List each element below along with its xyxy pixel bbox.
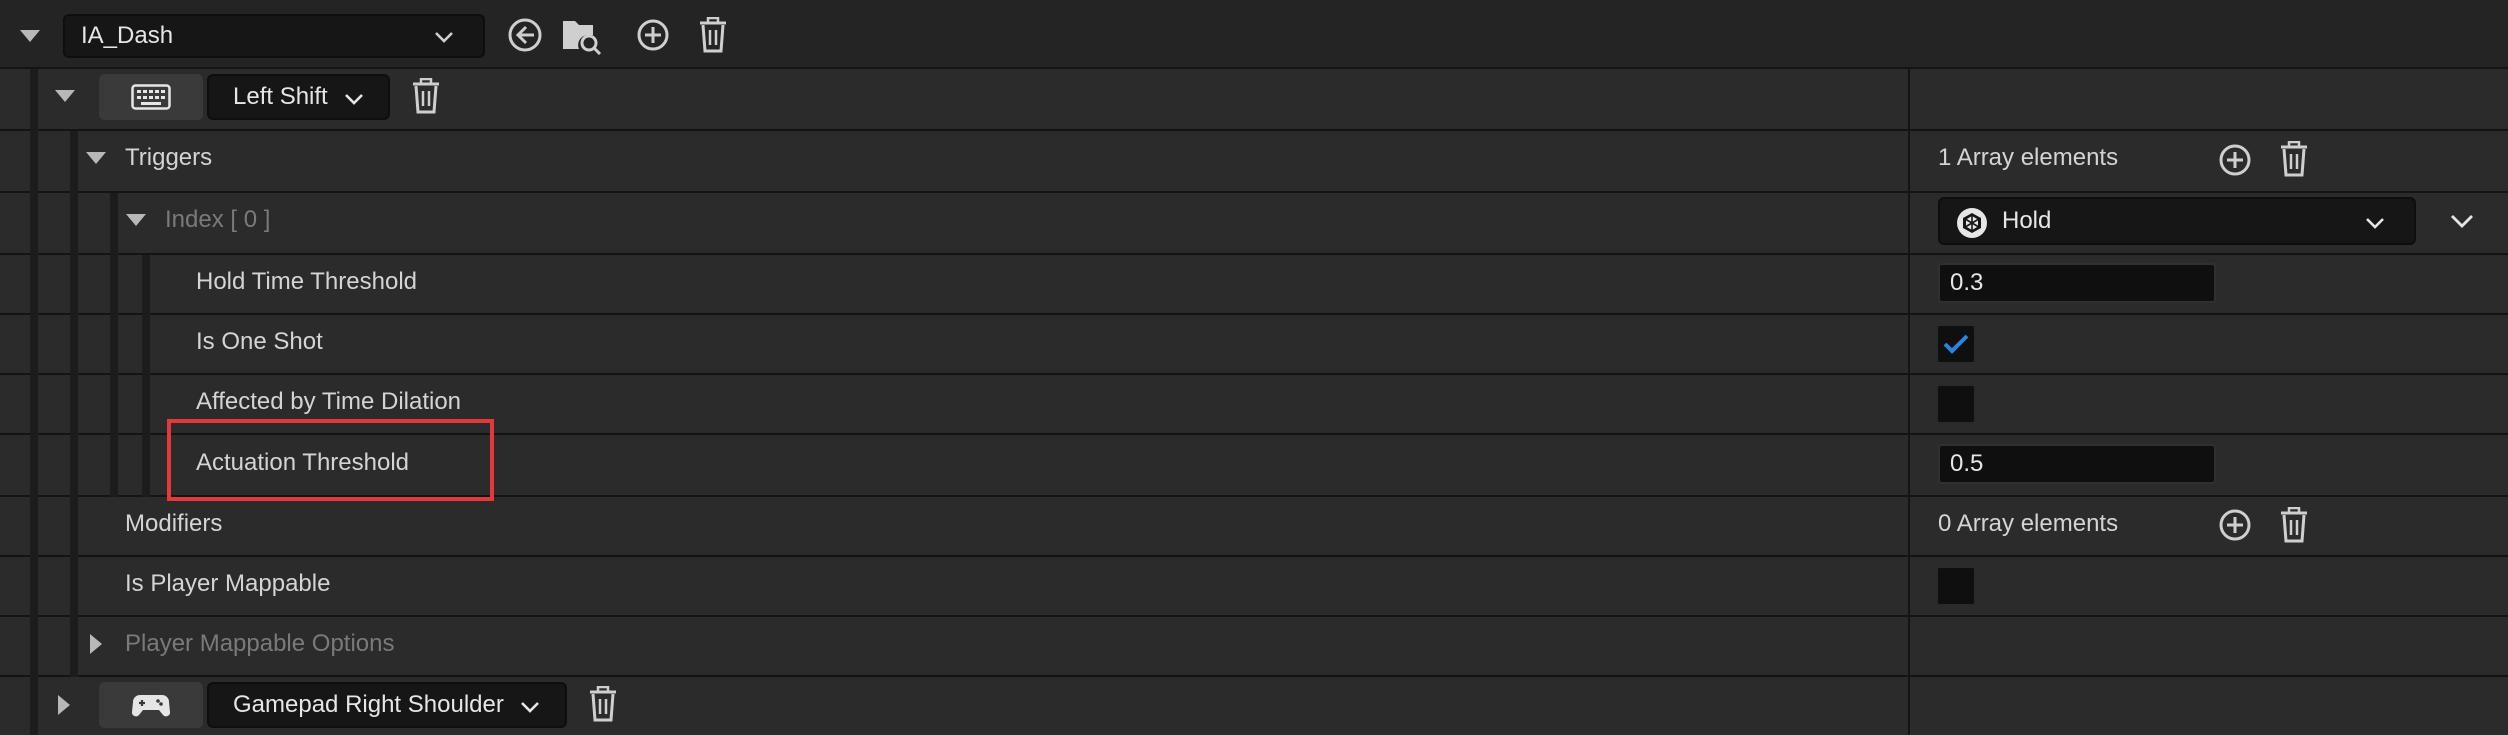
expand-arrow[interactable] — [86, 152, 106, 164]
add-element-icon[interactable] — [2218, 143, 2252, 177]
indent-guide — [110, 193, 118, 497]
chevron-down-icon — [519, 696, 541, 718]
expand-arrow[interactable] — [90, 634, 102, 654]
key-label: Gamepad Right Shoulder — [233, 691, 504, 718]
key-selector[interactable]: Left Shift — [207, 74, 390, 120]
key-capture-button[interactable] — [99, 682, 203, 728]
expand-arrow[interactable] — [58, 695, 70, 715]
details-panel: IA_Dash Left Shift Triggers 1 Array elem… — [0, 0, 2508, 735]
player-mappable-options-label: Player Mappable Options — [125, 630, 395, 657]
gamepad-icon — [132, 692, 170, 718]
clear-elements-icon[interactable] — [2278, 507, 2310, 543]
delete-icon[interactable] — [410, 78, 442, 114]
keyboard-icon — [131, 84, 171, 110]
affected-by-time-dilation-label: Affected by Time Dilation — [196, 388, 462, 415]
trigger-type-value: Hold — [2002, 207, 2052, 234]
column-divider[interactable] — [1908, 69, 1910, 735]
triggers-row — [0, 131, 2508, 193]
collapse-arrow[interactable] — [20, 30, 40, 42]
delete-icon[interactable] — [587, 686, 619, 722]
key-label: Left Shift — [233, 83, 328, 110]
actuation-threshold-field[interactable]: 0.5 — [1938, 444, 2216, 484]
trigger-type-selector[interactable]: Hold — [1938, 197, 2416, 245]
action-name: IA_Dash — [81, 22, 174, 49]
key-selector[interactable]: Gamepad Right Shoulder — [207, 682, 567, 728]
triggers-label: Triggers — [125, 144, 213, 171]
is-player-mappable-checkbox[interactable] — [1936, 566, 1976, 606]
chevron-down-icon — [343, 88, 365, 110]
input-action-selector[interactable]: IA_Dash — [63, 14, 485, 58]
checkmark-icon — [1942, 331, 1970, 357]
expand-arrow[interactable] — [126, 214, 146, 226]
hold-time-threshold-label: Hold Time Threshold — [196, 268, 417, 295]
index-label: Index [ 0 ] — [165, 206, 271, 233]
hold-time-threshold-field[interactable]: 0.3 — [1938, 263, 2216, 303]
delete-icon[interactable] — [697, 17, 729, 53]
navigate-back-icon[interactable] — [507, 17, 543, 53]
chevron-down-icon — [2364, 212, 2386, 234]
is-one-shot-row — [0, 315, 2508, 375]
modifiers-count: 0 Array elements — [1938, 510, 2119, 537]
browse-folder-icon[interactable] — [561, 15, 603, 55]
modifiers-row — [0, 497, 2508, 557]
indent-guide — [30, 69, 38, 735]
is-player-mappable-label: Is Player Mappable — [125, 570, 331, 597]
indent-guide — [142, 255, 150, 497]
add-icon[interactable] — [636, 18, 670, 52]
trigger-class-icon — [1956, 207, 1988, 239]
chevron-down-icon — [433, 26, 455, 48]
add-element-icon[interactable] — [2218, 508, 2252, 542]
modifiers-label: Modifiers — [125, 510, 223, 537]
clear-elements-icon[interactable] — [2278, 141, 2310, 177]
highlight-box — [167, 419, 494, 501]
chevron-down-icon[interactable] — [2449, 209, 2475, 233]
collapse-arrow[interactable] — [55, 90, 75, 102]
key-capture-button[interactable] — [99, 74, 203, 120]
affected-by-time-dilation-checkbox[interactable] — [1936, 384, 1976, 424]
indent-guide — [70, 131, 78, 677]
is-one-shot-checkbox[interactable] — [1936, 324, 1976, 364]
player-mappable-row — [0, 557, 2508, 617]
is-one-shot-label: Is One Shot — [196, 328, 323, 355]
triggers-count: 1 Array elements — [1938, 144, 2119, 171]
